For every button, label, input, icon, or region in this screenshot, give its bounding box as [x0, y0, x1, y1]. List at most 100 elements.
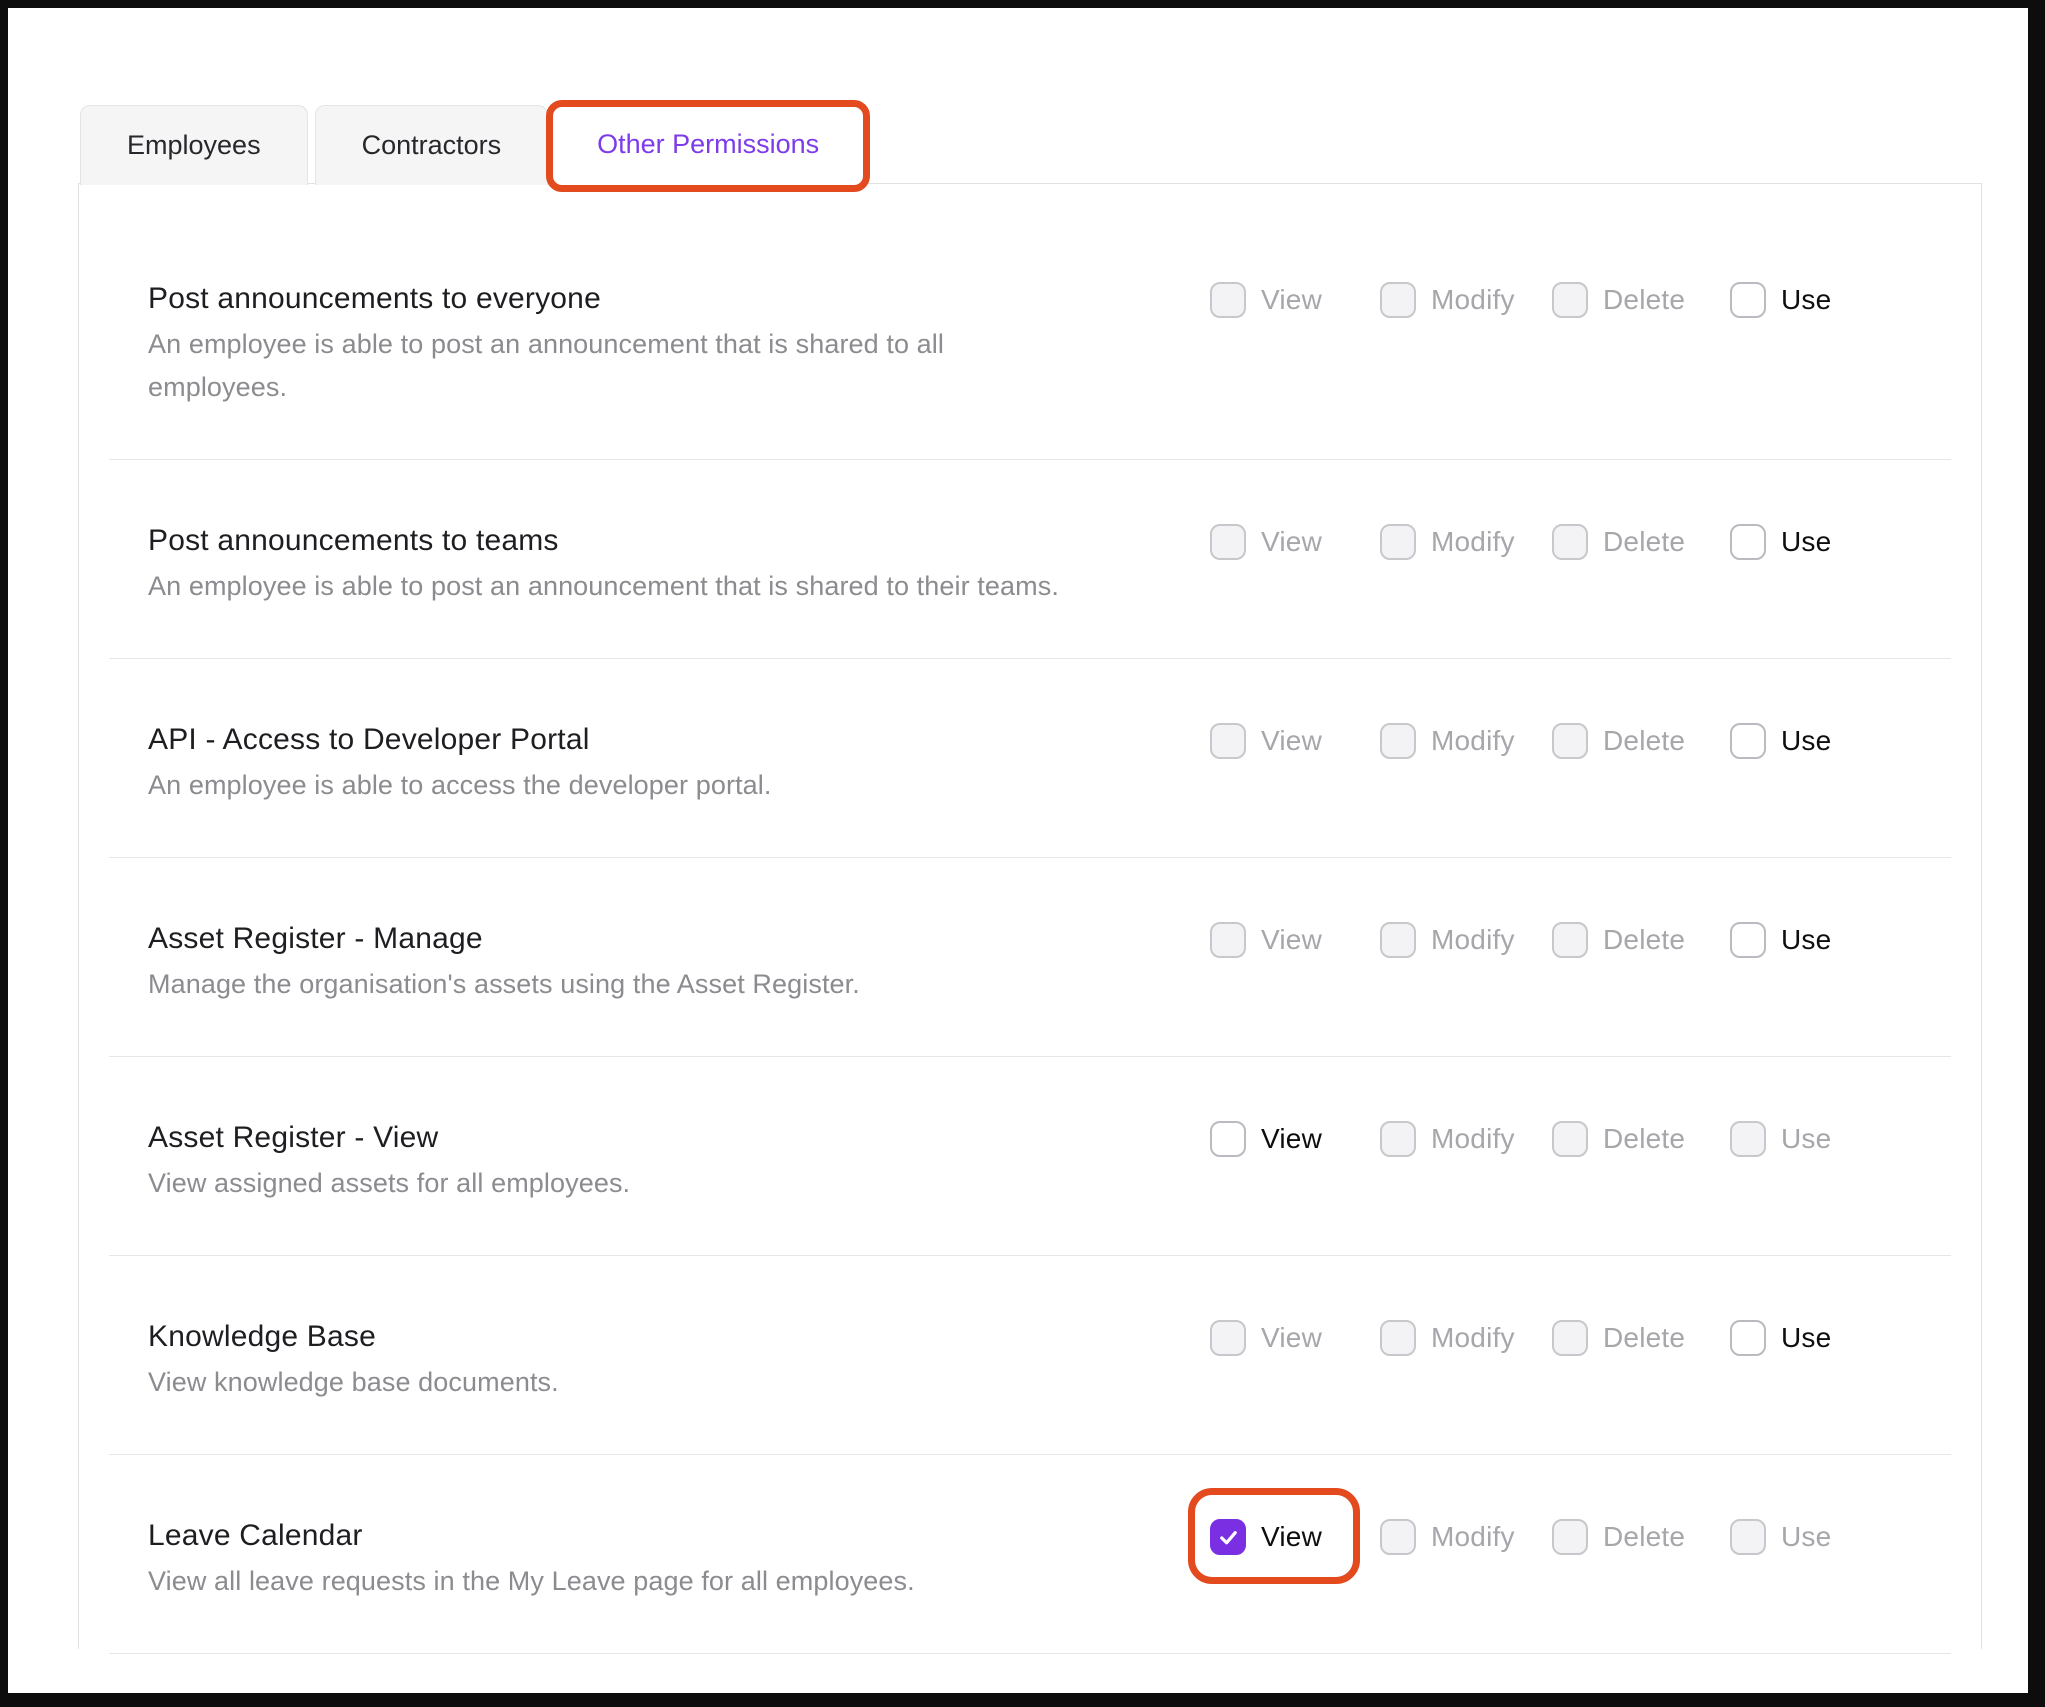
checkbox-label: Use — [1781, 1322, 1831, 1354]
checkbox-label: Delete — [1603, 526, 1685, 558]
checkbox-view — [1210, 282, 1246, 318]
checkbox-delete — [1552, 1519, 1588, 1555]
checkbox-label: Modify — [1431, 284, 1515, 316]
checkbox-group-delete: Delete — [1552, 1120, 1730, 1158]
checkbox-group-use: Use — [1730, 1319, 1951, 1357]
permission-checkbox-group: View Modify Delete Use — [1210, 921, 1951, 959]
checkbox-group-view: View — [1210, 523, 1380, 561]
checkbox-view — [1210, 922, 1246, 958]
permission-checkbox-group: View Modify Delete Use — [1210, 1518, 1951, 1556]
checkbox-delete — [1552, 723, 1588, 759]
checkbox-label: Modify — [1431, 924, 1515, 956]
permission-description: View all leave requests in the My Leave … — [148, 1560, 1088, 1603]
checkbox-label: Use — [1781, 1521, 1831, 1553]
permission-description: An employee is able to post an announcem… — [148, 565, 1088, 608]
checkbox-label: Use — [1781, 526, 1831, 558]
checkbox-group-delete: Delete — [1552, 523, 1730, 561]
checkbox-delete — [1552, 282, 1588, 318]
checkbox-modify — [1380, 1519, 1416, 1555]
checkbox-view — [1210, 1320, 1246, 1356]
checkbox-group-delete: Delete — [1552, 281, 1730, 319]
permission-description: View knowledge base documents. — [148, 1361, 1088, 1404]
checkbox-group-use: Use — [1730, 1120, 1951, 1158]
permission-checkbox-group: View Modify Delete Use — [1210, 1120, 1951, 1158]
permissions-panel: Post announcements to everyone An employ… — [78, 183, 1982, 1649]
permission-title: Knowledge Base — [148, 1318, 1190, 1356]
permission-row: API - Access to Developer Portal An empl… — [109, 658, 1951, 857]
checkbox-label: Modify — [1431, 526, 1515, 558]
checkbox-label: Use — [1781, 1123, 1831, 1155]
checkbox-group-modify: Modify — [1380, 1319, 1552, 1357]
permission-checkbox-group: View Modify Delete Use — [1210, 1319, 1951, 1357]
permission-title: Post announcements to everyone — [148, 280, 1190, 318]
checkbox-group-use: Use — [1730, 722, 1951, 760]
permission-row: Post announcements to everyone An employ… — [109, 218, 1951, 459]
permission-title: Asset Register - View — [148, 1119, 1190, 1157]
checkbox-modify — [1380, 922, 1416, 958]
checkbox-group-modify: Modify — [1380, 1120, 1552, 1158]
permission-row: Post announcements to teams An employee … — [109, 459, 1951, 658]
checkbox-label: View — [1261, 1322, 1322, 1354]
checkbox-label: Modify — [1431, 725, 1515, 757]
checkbox-label: Modify — [1431, 1322, 1515, 1354]
checkbox-group-delete: Delete — [1552, 722, 1730, 760]
checkbox-group-use: Use — [1730, 523, 1951, 561]
tab-contractors[interactable]: Contractors — [315, 105, 549, 185]
checkbox-label: View — [1261, 1521, 1322, 1553]
checkbox-label: Modify — [1431, 1123, 1515, 1155]
divider — [109, 1653, 1951, 1654]
permission-checkbox-group: View Modify Delete Use — [1210, 281, 1951, 319]
checkbox-view — [1210, 524, 1246, 560]
checkbox-group-use: Use — [1730, 1518, 1951, 1556]
permission-title: Asset Register - Manage — [148, 920, 1190, 958]
checkbox-label: Delete — [1603, 1322, 1685, 1354]
checkbox-label: Delete — [1603, 284, 1685, 316]
tab-bar: Employees Contractors Other Permissions — [80, 103, 861, 185]
checkbox-group-delete: Delete — [1552, 921, 1730, 959]
checkbox-group-use: Use — [1730, 921, 1951, 959]
checkbox-label: Modify — [1431, 1521, 1515, 1553]
permission-title: Leave Calendar — [148, 1517, 1190, 1555]
checkbox-group-delete: Delete — [1552, 1319, 1730, 1357]
checkbox-group-view: View — [1210, 1319, 1380, 1357]
checkbox-view[interactable] — [1210, 1121, 1246, 1157]
permission-description: An employee is able to access the develo… — [148, 764, 1088, 807]
checkbox-delete — [1552, 922, 1588, 958]
checkbox-use[interactable] — [1730, 723, 1766, 759]
checkbox-use[interactable] — [1730, 922, 1766, 958]
check-icon — [1217, 1526, 1240, 1549]
checkbox-label: Use — [1781, 924, 1831, 956]
tab-employees[interactable]: Employees — [80, 105, 308, 185]
checkbox-group-view: View — [1210, 1518, 1380, 1556]
checkbox-view[interactable] — [1210, 1519, 1246, 1555]
permission-title: API - Access to Developer Portal — [148, 721, 1190, 759]
checkbox-group-modify: Modify — [1380, 722, 1552, 760]
checkbox-group-delete: Delete — [1552, 1518, 1730, 1556]
checkbox-label: Delete — [1603, 1123, 1685, 1155]
permissions-list: Post announcements to everyone An employ… — [79, 218, 1981, 1653]
screenshot-frame: Employees Contractors Other Permissions … — [0, 0, 2045, 1707]
checkbox-use[interactable] — [1730, 1320, 1766, 1356]
checkbox-label: View — [1261, 526, 1322, 558]
permission-row: Leave Calendar View all leave requests i… — [109, 1454, 1951, 1653]
permission-title: Post announcements to teams — [148, 522, 1190, 560]
checkbox-use[interactable] — [1730, 524, 1766, 560]
checkbox-group-use: Use — [1730, 281, 1951, 319]
permission-checkbox-group: View Modify Delete Use — [1210, 523, 1951, 561]
checkbox-label: Delete — [1603, 725, 1685, 757]
checkbox-delete — [1552, 524, 1588, 560]
checkbox-group-view: View — [1210, 722, 1380, 760]
checkbox-use[interactable] — [1730, 282, 1766, 318]
checkbox-group-view: View — [1210, 281, 1380, 319]
tab-label: Contractors — [362, 130, 502, 161]
checkbox-modify — [1380, 524, 1416, 560]
checkbox-label: Delete — [1603, 1521, 1685, 1553]
permission-description: An employee is able to post an announcem… — [148, 323, 1088, 409]
tab-label: Other Permissions — [597, 129, 819, 160]
checkbox-label: View — [1261, 284, 1322, 316]
checkbox-use — [1730, 1519, 1766, 1555]
tab-other-permissions[interactable]: Other Permissions — [555, 103, 861, 185]
checkbox-group-modify: Modify — [1380, 523, 1552, 561]
checkbox-label: Delete — [1603, 924, 1685, 956]
checkbox-group-view: View — [1210, 1120, 1380, 1158]
